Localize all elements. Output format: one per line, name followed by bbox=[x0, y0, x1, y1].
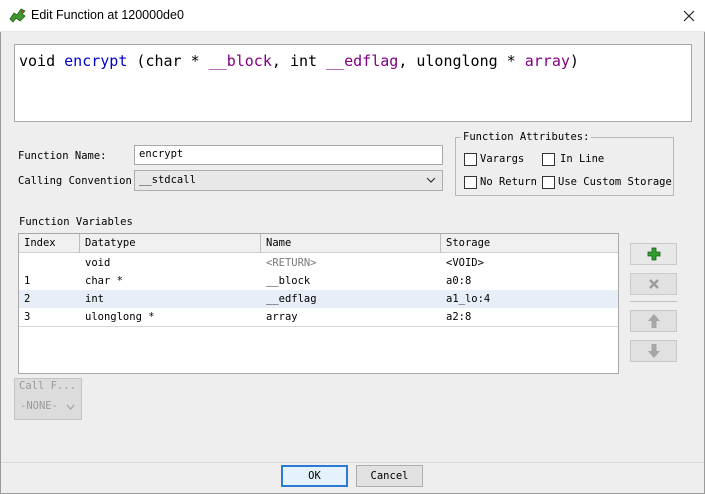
cell-storage[interactable]: <VOID> bbox=[441, 254, 618, 272]
call-fixup-select[interactable]: -NONE- bbox=[17, 397, 79, 417]
param-type: char * bbox=[145, 52, 200, 70]
param-name: __edflag bbox=[326, 52, 399, 70]
cell-name[interactable]: __edflag bbox=[261, 290, 441, 308]
dragon-icon bbox=[9, 8, 26, 23]
chevron-down-icon bbox=[66, 404, 75, 410]
table-row[interactable]: 1 char * __block a0:8 bbox=[19, 272, 618, 290]
plus-icon bbox=[647, 247, 660, 261]
table-row[interactable]: void <RETURN> <VOID> bbox=[19, 254, 618, 272]
move-down-button[interactable] bbox=[630, 340, 677, 362]
param-separator: , bbox=[398, 52, 408, 70]
ok-label: OK bbox=[308, 470, 321, 482]
function-name-token: encrypt bbox=[64, 52, 128, 70]
title-bar: Edit Function at 120000de0 bbox=[0, 0, 705, 32]
cell-index: 3 bbox=[24, 311, 31, 323]
cell-index bbox=[19, 254, 80, 272]
column-header-storage[interactable]: Storage bbox=[441, 234, 618, 253]
no-return-label: No Return bbox=[480, 176, 537, 188]
custom-storage-checkbox[interactable] bbox=[542, 176, 555, 189]
function-attributes-title: Function Attributes: bbox=[461, 131, 592, 143]
close-icon bbox=[683, 10, 694, 22]
cell-datatype[interactable]: ulonglong * bbox=[80, 308, 261, 326]
call-fixup-group: Call F... -NONE- bbox=[14, 378, 82, 420]
add-variable-button[interactable] bbox=[630, 243, 677, 265]
param-separator: , bbox=[271, 52, 281, 70]
call-fixup-value: -NONE- bbox=[20, 400, 58, 412]
close-paren: ) bbox=[569, 52, 579, 70]
dialog-footer bbox=[1, 462, 704, 493]
cell-storage[interactable]: a2:8 bbox=[441, 308, 618, 326]
no-return-checkbox[interactable] bbox=[464, 176, 477, 189]
varargs-label: Varargs bbox=[480, 153, 525, 165]
side-button-separator bbox=[630, 301, 677, 302]
function-attributes-group: Function Attributes: Varargs In Line No … bbox=[455, 131, 674, 196]
calling-convention-value: __stdcall bbox=[139, 174, 196, 186]
param-type: int bbox=[289, 52, 318, 70]
chevron-down-icon bbox=[426, 177, 436, 183]
param-type: ulonglong * bbox=[416, 52, 516, 70]
cell-datatype[interactable]: int bbox=[80, 290, 261, 308]
param-name: __block bbox=[208, 52, 272, 70]
signature-editor[interactable]: void encrypt (char * __block, int __edfl… bbox=[14, 44, 692, 122]
cell-storage[interactable]: a0:8 bbox=[441, 272, 618, 290]
table-header: Index Datatype Name Storage bbox=[19, 234, 618, 253]
arrow-up-icon bbox=[647, 314, 660, 328]
delete-icon bbox=[648, 279, 659, 289]
cell-datatype[interactable]: char * bbox=[80, 272, 261, 290]
cell-name[interactable]: <RETURN> bbox=[261, 254, 441, 272]
custom-storage-label: Use Custom Storage bbox=[558, 176, 672, 188]
column-header-index[interactable]: Index bbox=[19, 234, 80, 253]
cell-name[interactable]: __block bbox=[261, 272, 441, 290]
param-name: array bbox=[524, 52, 570, 70]
arrow-down-icon bbox=[647, 344, 660, 358]
function-name-label: Function Name: bbox=[18, 150, 107, 162]
inline-label: In Line bbox=[560, 153, 605, 165]
varargs-checkbox[interactable] bbox=[464, 153, 477, 166]
table-row[interactable]: 3 ulonglong * array a2:8 bbox=[19, 308, 618, 326]
cell-index: 2 bbox=[24, 293, 31, 305]
ok-button[interactable]: OK bbox=[281, 465, 348, 487]
call-fixup-label: Call F... bbox=[19, 380, 76, 392]
return-type: void bbox=[19, 52, 56, 70]
cell-index: 1 bbox=[24, 275, 31, 287]
window-title: Edit Function at 120000de0 bbox=[31, 8, 184, 22]
cell-name[interactable]: array bbox=[261, 308, 441, 326]
function-name-input[interactable]: encrypt bbox=[134, 145, 443, 165]
function-variables-title: Function Variables bbox=[19, 216, 133, 228]
move-up-button[interactable] bbox=[630, 310, 677, 332]
function-name-value: encrypt bbox=[139, 148, 184, 160]
function-variables-table: Index Datatype Name Storage void <RETURN… bbox=[18, 233, 619, 374]
row-divider bbox=[19, 326, 618, 327]
delete-variable-button[interactable] bbox=[630, 273, 677, 295]
column-header-name[interactable]: Name bbox=[261, 234, 441, 253]
table-row[interactable]: 2 int __edflag a1_lo:4 bbox=[19, 290, 618, 308]
column-header-datatype[interactable]: Datatype bbox=[80, 234, 261, 253]
cell-storage[interactable]: a1_lo:4 bbox=[441, 290, 618, 308]
calling-convention-label: Calling Convention bbox=[18, 175, 132, 187]
calling-convention-select[interactable]: __stdcall bbox=[134, 170, 443, 191]
cancel-label: Cancel bbox=[370, 470, 409, 482]
close-button[interactable] bbox=[672, 0, 705, 32]
cell-datatype[interactable]: void bbox=[80, 254, 261, 272]
cancel-button[interactable]: Cancel bbox=[356, 465, 423, 487]
inline-checkbox[interactable] bbox=[542, 153, 555, 166]
signature-text: void encrypt (char * __block, int __edfl… bbox=[19, 52, 579, 70]
